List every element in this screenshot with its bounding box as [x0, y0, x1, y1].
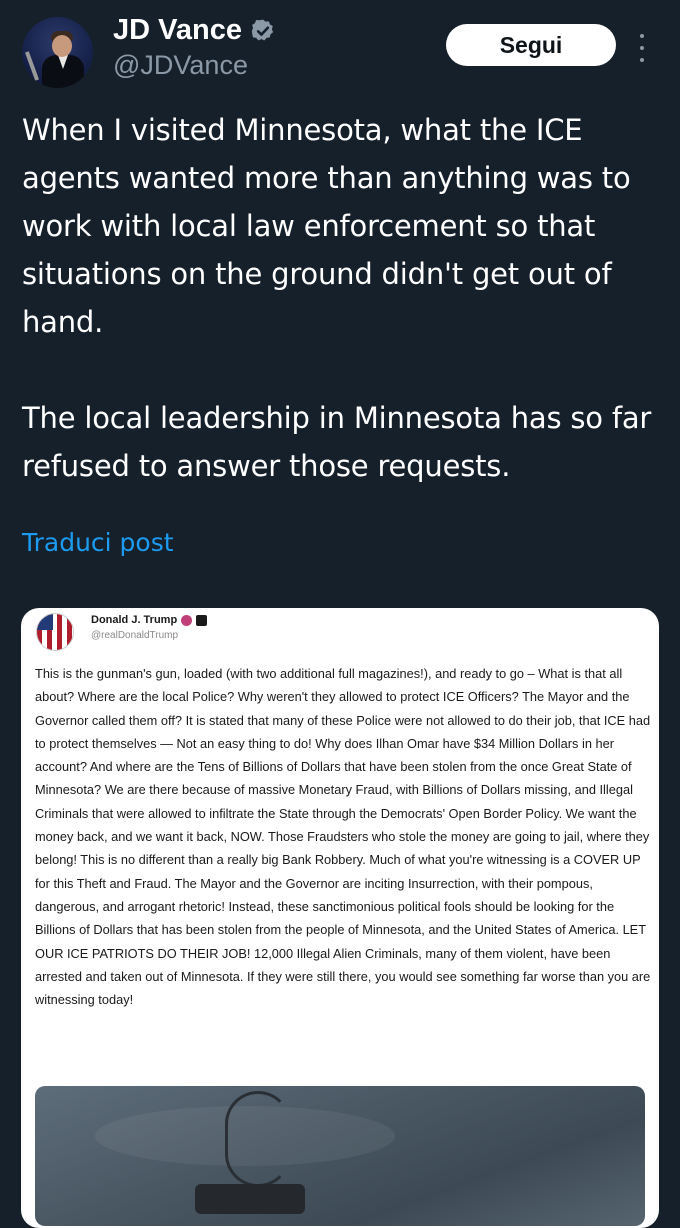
author-avatar[interactable]: [22, 17, 93, 88]
follow-button[interactable]: Segui: [446, 24, 616, 66]
author-handle[interactable]: @JDVance: [113, 50, 248, 81]
embedded-author-handle: @realDonaldTrump: [91, 630, 179, 641]
embedded-post-body: This is the gunman's gun, loaded (with t…: [35, 666, 651, 1008]
embedded-author-name: Donald J. Trump: [91, 614, 178, 626]
embedded-post-image[interactable]: Donald J. Trump @realDonaldTrump This is…: [21, 608, 659, 1228]
verified-badge-icon: [181, 614, 193, 626]
more-vertical-icon[interactable]: [636, 34, 648, 62]
author-name-row[interactable]: JD Vance: [113, 14, 276, 47]
embedded-author-avatar: [36, 613, 74, 651]
verified-badge-icon: [251, 19, 274, 40]
tweet-text: When I visited Minnesota, what the ICE a…: [22, 113, 652, 483]
translate-post-link[interactable]: Traduci post: [22, 528, 174, 557]
embedded-post-photo[interactable]: [35, 1086, 645, 1226]
author-name[interactable]: JD Vance: [113, 14, 242, 47]
plus-badge-icon: [196, 614, 208, 626]
embedded-author-name-row: Donald J. Trump: [91, 614, 208, 626]
